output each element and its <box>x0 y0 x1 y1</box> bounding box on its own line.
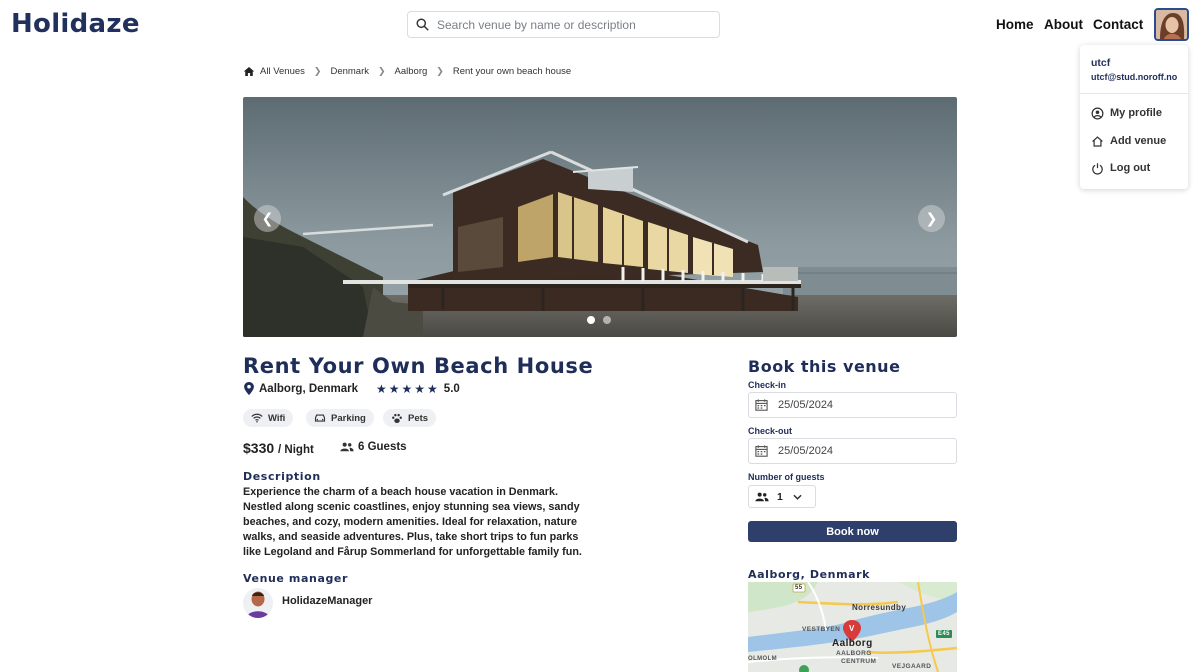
guests-text: 6 Guests <box>358 441 407 453</box>
power-icon <box>1092 162 1103 175</box>
user-avatar-button[interactable] <box>1154 8 1189 41</box>
breadcrumb-country[interactable]: Denmark <box>330 66 369 77</box>
description-heading: Description <box>243 470 321 483</box>
amenity-parking: Parking <box>306 409 374 427</box>
star-rating-icons: ★★★★★ <box>376 382 440 396</box>
price-value: $330 <box>243 440 275 456</box>
amenity-wifi: Wifi <box>243 409 294 427</box>
menu-item-label: My profile <box>1110 107 1162 119</box>
wifi-icon <box>251 413 263 423</box>
breadcrumb: All Venues ❯ Denmark ❯ Aalborg ❯ Rent yo… <box>243 64 571 78</box>
home-icon <box>243 66 255 76</box>
map-marker-icon[interactable]: V <box>849 624 855 633</box>
guests-select[interactable]: 1 <box>748 485 816 508</box>
calendar-icon <box>755 445 768 457</box>
users-icon <box>340 442 354 452</box>
chevron-down-icon <box>793 494 802 500</box>
venue-price: $330 / Night <box>243 440 314 456</box>
checkout-date-field[interactable]: 25/05/2024 <box>748 438 957 464</box>
user-circle-icon <box>1091 107 1104 119</box>
map-label-olmolm: OLMOLM <box>748 656 778 662</box>
search-bar[interactable] <box>407 11 720 38</box>
manager-heading: Venue manager <box>243 572 349 585</box>
map-label-norresundby: Norresundby <box>852 603 907 612</box>
menu-item-log-out[interactable]: Log out <box>1091 160 1150 176</box>
map-label-aalborg: Aalborg <box>832 638 873 649</box>
amenity-label: Wifi <box>268 412 286 424</box>
map-label-aalborg-centrum-1: AALBORG <box>836 650 872 657</box>
breadcrumb-all-venues[interactable]: All Venues <box>260 66 305 77</box>
booking-title: Book this venue <box>748 357 901 376</box>
map-pin-icon <box>244 382 254 395</box>
price-unit: / Night <box>278 444 314 456</box>
location-text: Aalborg, Denmark <box>259 382 359 395</box>
breadcrumb-current: Rent your own beach house <box>452 65 572 77</box>
dropdown-email: utcf@stud.noroff.no <box>1091 72 1178 82</box>
manager-avatar <box>243 588 273 618</box>
top-header: Holidaze Home About Contact <box>0 0 1200 50</box>
gallery-dot-2[interactable] <box>603 316 611 324</box>
checkout-value: 25/05/2024 <box>778 445 834 457</box>
gallery-prev-button[interactable]: ❮ <box>254 205 281 232</box>
manager-name[interactable]: HolidazeManager <box>282 595 372 607</box>
checkin-label: Check-in <box>748 380 787 390</box>
menu-item-add-venue[interactable]: Add venue <box>1091 133 1166 149</box>
nav-home[interactable]: Home <box>996 17 1034 32</box>
venue-description: Experience the charm of a beach house va… <box>243 486 582 558</box>
guests-label: Number of guests <box>748 472 825 482</box>
user-dropdown-menu: utcf utcf@stud.noroff.no My profile Add … <box>1080 45 1188 189</box>
venue-image-gallery: ❮ ❯ <box>243 97 957 337</box>
menu-item-label: Log out <box>1110 162 1151 174</box>
gallery-dot-1[interactable] <box>587 316 595 324</box>
chevron-right-icon: ❯ <box>925 210 938 226</box>
amenity-label: Parking <box>331 412 366 424</box>
house-icon <box>1092 135 1103 147</box>
avatar <box>1156 10 1187 39</box>
paw-icon <box>392 413 402 423</box>
map-label-vejgaard: VEJGAARD <box>892 663 932 670</box>
chevron-right-icon: ❯ <box>436 65 444 76</box>
search-icon <box>416 18 429 31</box>
venue-location: Aalborg, Denmark <box>244 382 358 395</box>
chevron-right-icon: ❯ <box>313 65 322 76</box>
book-now-button[interactable]: Book now <box>748 521 957 542</box>
venue-title: Rent Your Own Beach House <box>243 354 594 378</box>
menu-item-my-profile[interactable]: My profile <box>1091 105 1162 121</box>
map-road-e45: E45 <box>938 631 950 637</box>
site-logo[interactable]: Holidaze <box>11 9 140 39</box>
users-icon <box>755 492 769 501</box>
map-road-number: 55 <box>795 585 803 591</box>
nav-about[interactable]: About <box>1044 17 1083 32</box>
map-title: Aalborg, Denmark <box>748 568 871 581</box>
venue-photo <box>243 97 957 337</box>
manager-photo <box>243 588 273 618</box>
venue-rating: ★★★★★ 5.0 <box>376 382 460 396</box>
search-input[interactable] <box>437 17 707 32</box>
dropdown-divider <box>1080 93 1188 94</box>
guests-select-value: 1 <box>777 490 783 503</box>
gallery-next-button[interactable]: ❯ <box>918 205 945 232</box>
checkin-date-field[interactable]: 25/05/2024 <box>748 392 957 418</box>
map-label-aalborg-centrum-2: CENTRUM <box>841 658 877 665</box>
menu-item-label: Add venue <box>1110 135 1167 147</box>
rating-value: 5.0 <box>443 383 460 395</box>
venue-max-guests: 6 Guests <box>340 441 407 453</box>
nav-contact[interactable]: Contact <box>1093 17 1143 32</box>
checkout-label: Check-out <box>748 426 793 436</box>
car-icon <box>314 414 326 422</box>
checkin-value: 25/05/2024 <box>778 399 834 411</box>
chevron-left-icon: ❮ <box>261 210 274 226</box>
amenity-pets: Pets <box>383 409 437 427</box>
amenity-label: Pets <box>408 412 429 424</box>
dropdown-username: utcf <box>1091 57 1111 69</box>
chevron-right-icon: ❯ <box>378 65 386 76</box>
location-map[interactable]: 55 Norresundby VESTBYEN Aalborg AALBORG … <box>748 582 957 672</box>
calendar-icon <box>755 399 768 411</box>
breadcrumb-city[interactable]: Aalborg <box>395 66 428 77</box>
map-label-vestbyen: VESTBYEN <box>802 626 841 633</box>
